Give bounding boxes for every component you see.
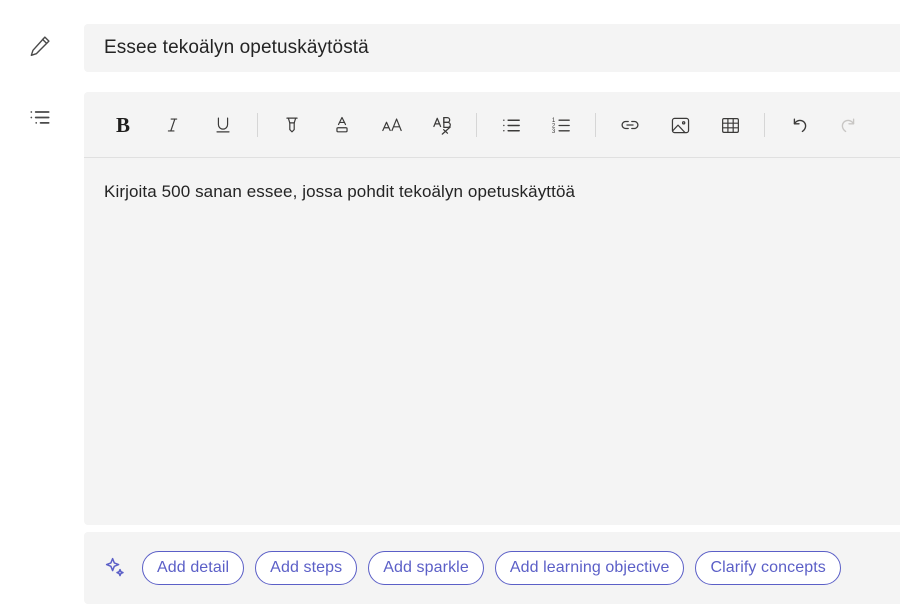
formatting-toolbar: B [84,92,900,158]
separator-2 [476,113,477,137]
insert-link-button[interactable] [611,106,649,144]
numbered-list-button[interactable]: 1 2 3 [542,106,580,144]
insert-table-button[interactable] [711,106,749,144]
document-title-field[interactable]: Essee tekoälyn opetuskäytöstä [84,24,900,72]
separator-1 [257,113,258,137]
clear-formatting-button[interactable] [423,106,461,144]
ai-suggestions-bar: Add detail Add steps Add sparkle Add lea… [84,532,900,604]
document-body[interactable]: Kirjoita 500 sanan essee, jossa pohdit t… [84,158,900,205]
bold-button[interactable]: B [104,106,142,144]
ai-sparkle-icon [102,554,130,582]
document-title-text: Essee tekoälyn opetuskäytöstä [104,37,369,59]
editor-panel: B [84,92,900,525]
bulleted-list-icon[interactable] [22,100,58,136]
underline-button[interactable] [204,106,242,144]
suggestion-chip-add-learning-objective[interactable]: Add learning objective [495,551,685,585]
svg-text:3: 3 [551,128,555,135]
font-size-button[interactable] [373,106,411,144]
separator-3 [595,113,596,137]
highlight-button[interactable] [273,106,311,144]
font-color-button[interactable] [323,106,361,144]
pencil-icon[interactable] [22,28,58,64]
separator-4 [764,113,765,137]
document-line: Kirjoita 500 sanan essee, jossa pohdit t… [104,180,900,205]
suggestion-chip-add-sparkle[interactable]: Add sparkle [368,551,484,585]
redo-button [830,106,868,144]
suggestion-chip-add-detail[interactable]: Add detail [142,551,244,585]
undo-button[interactable] [780,106,818,144]
insert-image-button[interactable] [661,106,699,144]
suggestion-chip-clarify-concepts[interactable]: Clarify concepts [695,551,840,585]
bulleted-list-button[interactable] [492,106,530,144]
suggestion-chip-add-steps[interactable]: Add steps [255,551,357,585]
italic-button[interactable] [154,106,192,144]
